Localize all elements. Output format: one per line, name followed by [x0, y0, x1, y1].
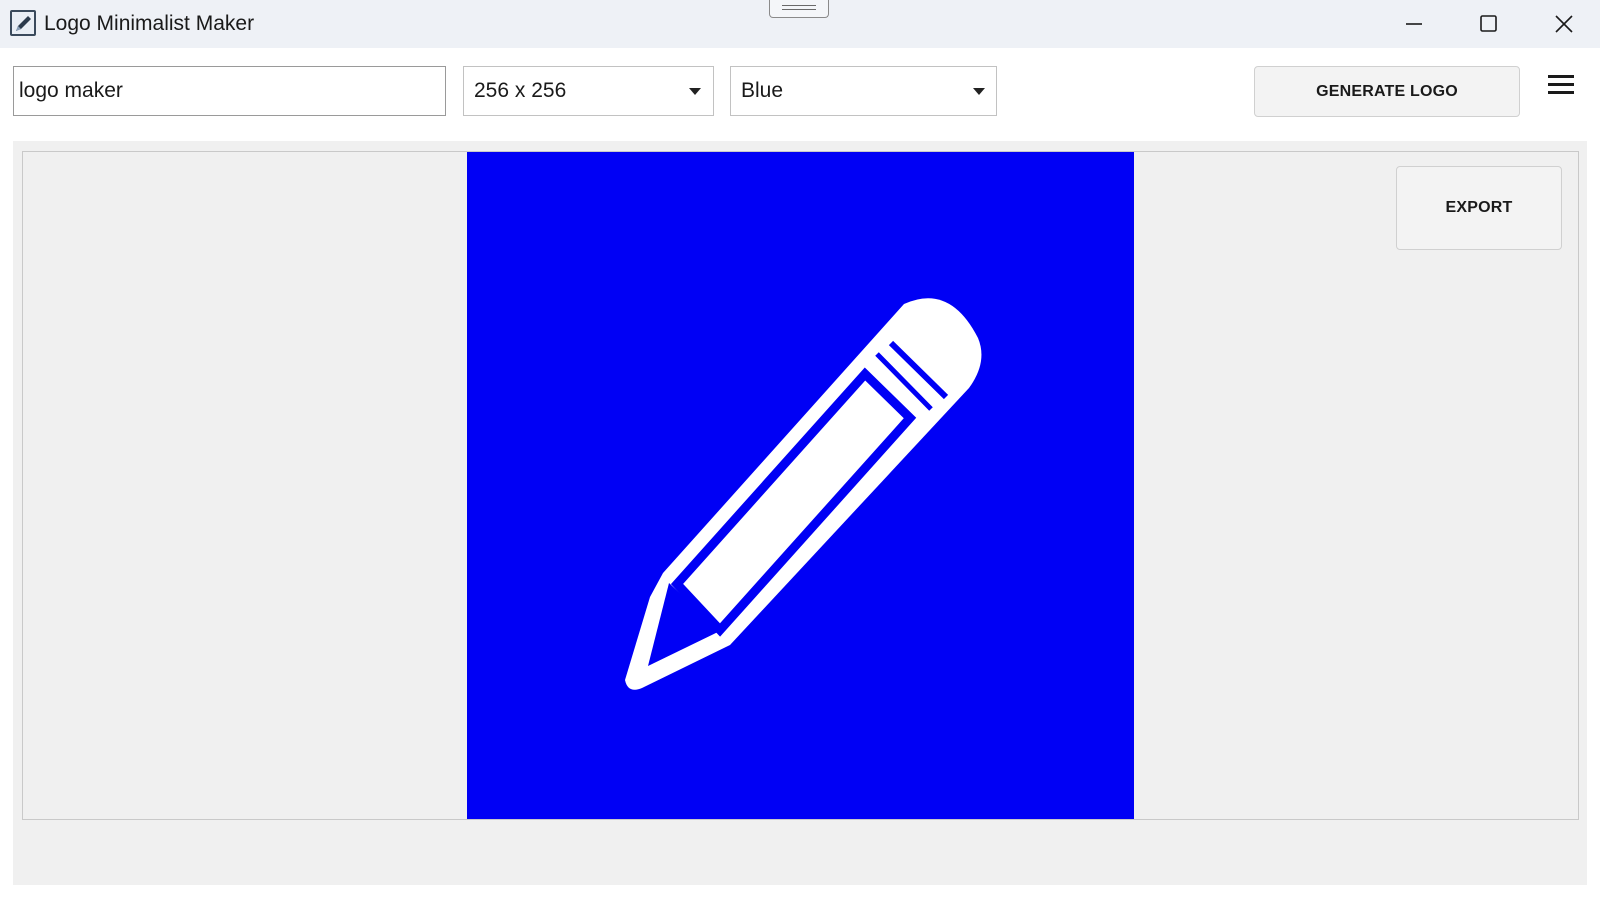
- logo-prompt-input[interactable]: [13, 66, 446, 116]
- app-icon: [9, 9, 37, 37]
- size-dropdown[interactable]: 256 x 256: [463, 66, 714, 116]
- generate-logo-button[interactable]: GENERATE LOGO: [1254, 66, 1520, 117]
- title-bar: Logo Minimalist Maker: [0, 0, 1600, 48]
- maximize-icon: [1480, 15, 1497, 32]
- color-dropdown[interactable]: Blue: [730, 66, 997, 116]
- logo-preview: [467, 152, 1134, 819]
- close-icon: [1555, 15, 1573, 33]
- close-button[interactable]: [1529, 0, 1599, 48]
- window-title: Logo Minimalist Maker: [44, 12, 255, 35]
- maximize-button[interactable]: [1453, 0, 1523, 48]
- chevron-down-icon: [973, 88, 985, 95]
- export-button[interactable]: EXPORT: [1396, 166, 1562, 250]
- hamburger-menu-icon[interactable]: [1544, 72, 1578, 98]
- minimize-button[interactable]: [1378, 0, 1448, 48]
- chevron-down-icon: [689, 88, 701, 95]
- minimize-icon: [1406, 23, 1422, 25]
- color-dropdown-value: Blue: [741, 79, 784, 102]
- pencil-icon: [625, 298, 982, 690]
- size-dropdown-value: 256 x 256: [474, 79, 567, 102]
- snap-layout-handle[interactable]: [769, 0, 829, 18]
